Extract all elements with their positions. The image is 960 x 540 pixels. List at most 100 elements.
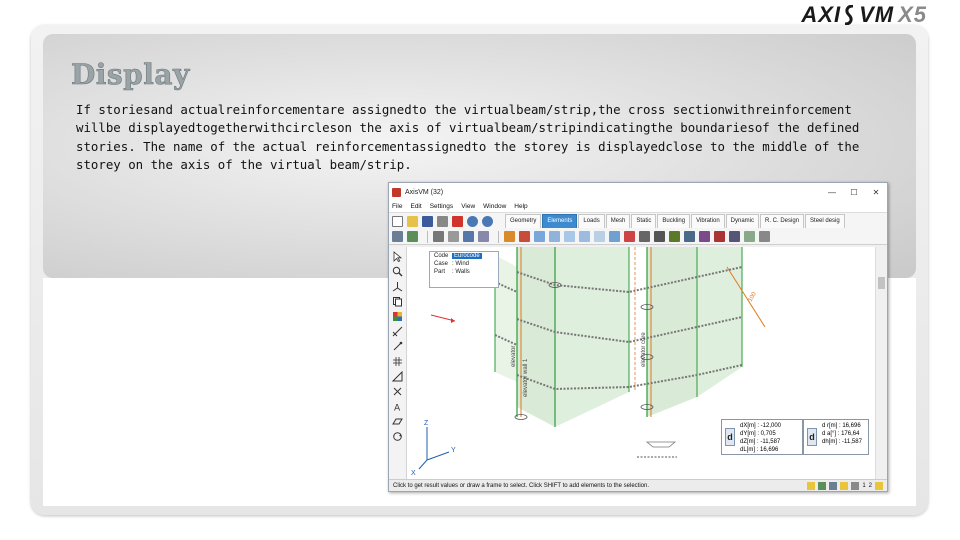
readout-line: d a[°] : 176,64 [822,431,860,437]
tab-elements[interactable]: Elements [542,214,578,228]
surface-icon[interactable] [594,231,605,242]
vertical-scrollbar[interactable] [875,247,887,481]
menu-bar: File Edit Settings View Window Help [389,201,887,213]
status-toggle-icon[interactable] [840,481,849,490]
table-icon[interactable] [433,231,444,242]
cross-icon[interactable] [392,386,403,397]
main-toolbar: Geometry Elements Loads Mesh Static Buck… [389,213,887,229]
slide-body: If storiesand actualreinforcementare ass… [76,101,859,175]
menu-window[interactable]: Window [483,203,506,210]
dimension-icon[interactable] [392,326,403,337]
axisvm-logo: AXI VM X5 [801,2,927,27]
info-code-value: Eurocode [452,253,482,259]
spring-icon[interactable] [669,231,680,242]
axisvm-window: AxisVM (32) — ☐ ✕ File Edit Settings Vie… [388,182,888,492]
save-icon[interactable] [422,215,433,227]
stories-icon[interactable] [407,231,418,242]
text-tool-icon[interactable]: A [392,401,403,413]
logo-text-right: VM [859,2,895,27]
model-viewport[interactable]: elevator wall 1 elevator elevator core 1… [407,247,877,481]
node-icon[interactable] [392,341,403,352]
materials-icon[interactable] [463,231,474,242]
left-toolbar: A [389,247,407,481]
logo-mark-icon [843,4,857,26]
ribbon-tabs: Geometry Elements Loads Mesh Static Buck… [505,214,846,228]
window-title: AxisVM (32) [405,188,444,196]
status-toggle-icon[interactable] [851,481,860,490]
status-bar: Click to get result values or draw a fra… [389,479,887,491]
tab-rc-design[interactable]: R. C. Design [760,214,805,228]
measure-icon[interactable] [392,371,403,382]
undo-icon[interactable] [467,215,478,227]
gap-icon[interactable] [684,231,695,242]
reference-icon[interactable] [759,231,770,242]
status-toggle-icon[interactable] [818,481,827,490]
link-icon[interactable] [699,231,710,242]
redo-icon[interactable] [482,215,493,227]
line-support-icon[interactable] [639,231,650,242]
shell-icon[interactable] [579,231,590,242]
close-button[interactable]: ✕ [865,188,887,197]
beam-icon[interactable] [519,231,530,242]
rib-icon[interactable] [534,231,545,242]
menu-help[interactable]: Help [514,203,527,210]
rotate-icon[interactable] [392,431,403,442]
domain-icon[interactable] [609,231,620,242]
zoom-icon[interactable] [392,266,403,277]
pdf-icon[interactable] [452,215,463,227]
tab-static[interactable]: Static [631,214,657,228]
copy-icon[interactable] [392,296,403,307]
status-toggle-icon[interactable] [829,481,838,490]
axis-x-label: X [411,470,416,477]
rigid-icon[interactable] [714,231,725,242]
truss-icon[interactable] [504,231,515,242]
slide-title: Display [71,58,190,92]
axis-z-label: Z [424,420,429,427]
readout-line: dh[m] : -11,587 [822,439,862,445]
info-case-value: : Wind [452,261,470,267]
new-file-icon[interactable] [392,215,403,227]
menu-view[interactable]: View [461,203,475,210]
edge-hinge-icon[interactable] [654,231,665,242]
delta-symbol: d [807,428,817,446]
sections-icon[interactable] [478,231,489,242]
status-toggle-icon[interactable] [875,481,883,490]
delta-symbol: d [725,428,735,446]
membrane-icon[interactable] [564,231,575,242]
support-icon[interactable] [624,231,635,242]
color-palette-icon[interactable] [392,311,403,322]
tab-steel-design[interactable]: Steel desig [805,214,845,228]
perspective-icon[interactable] [392,416,403,427]
tab-buckling[interactable]: Buckling [657,214,691,228]
menu-settings[interactable]: Settings [430,203,454,210]
tab-dynamic[interactable]: Dynamic [725,214,760,228]
logo-version: X5 [898,2,927,27]
status-number: 2 [868,482,872,489]
info-case-label: Case [434,261,449,267]
virtual-beam-icon[interactable] [744,231,755,242]
elements-toolbar [389,229,887,245]
library-icon[interactable] [448,231,459,242]
menu-edit[interactable]: Edit [410,203,421,210]
menu-file[interactable]: File [392,203,402,210]
select-arrow-icon[interactable] [392,251,403,262]
coordinate-readout-right: d d r[m] : 16,696 d a[°] : 176,64 dh[m] … [803,419,869,455]
grid-icon[interactable] [392,356,403,367]
tab-vibration[interactable]: Vibration [691,214,725,228]
diaphragm-icon[interactable] [729,231,740,242]
open-folder-icon[interactable] [407,215,418,227]
maximize-button[interactable]: ☐ [843,188,865,197]
label-elevator-core: elevator core [641,332,647,367]
status-toggle-icon[interactable] [807,481,816,490]
info-part-label: Part [434,269,446,275]
view-axes-icon[interactable] [392,281,403,292]
logo-text-left: AXI [801,2,842,27]
scrollbar-thumb[interactable] [878,277,885,289]
tab-loads[interactable]: Loads [578,214,605,228]
print-icon[interactable] [437,215,448,227]
plate-icon[interactable] [549,231,560,242]
tab-mesh[interactable]: Mesh [605,214,631,228]
layers-icon[interactable] [392,231,403,242]
tab-geometry[interactable]: Geometry [505,214,542,228]
minimize-button[interactable]: — [821,188,843,197]
